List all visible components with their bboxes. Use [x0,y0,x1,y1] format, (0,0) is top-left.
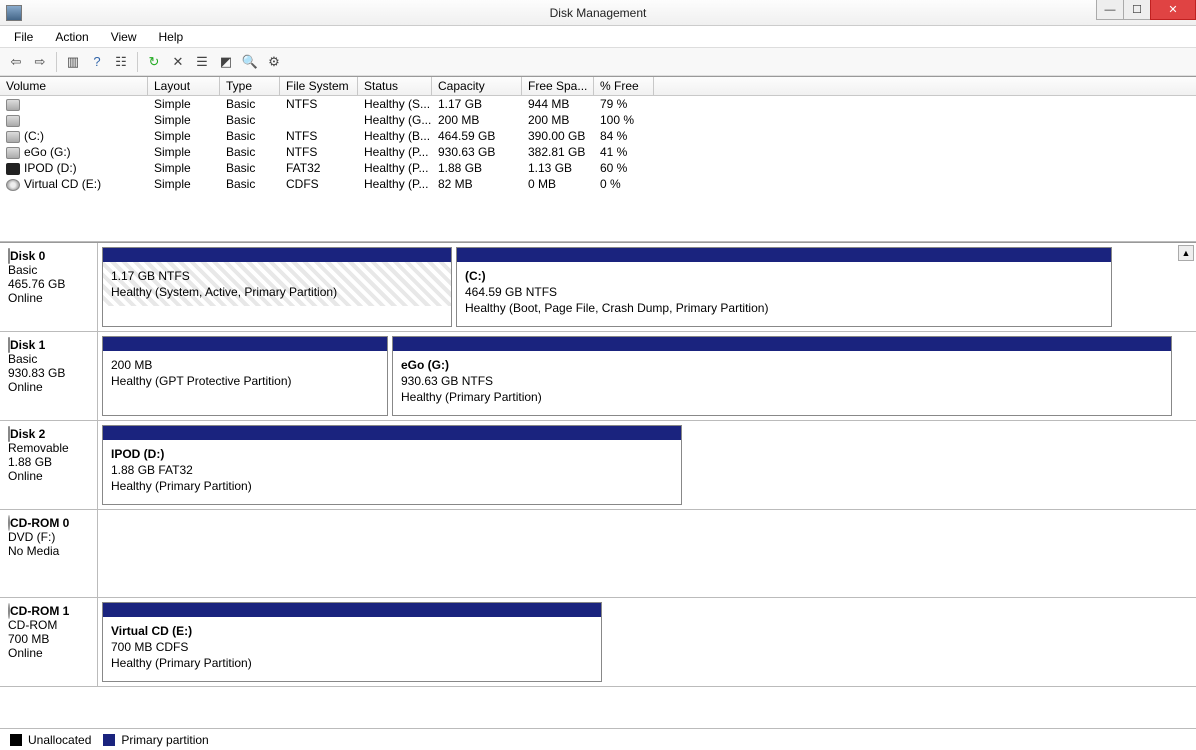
drive-icon [6,131,20,143]
disk-label[interactable]: Disk 2Removable1.88 GBOnline [0,421,98,509]
refresh-icon[interactable]: ↻ [144,52,164,72]
disk-row: Disk 1Basic930.83 GBOnline200 MBHealthy … [0,332,1196,421]
options-icon[interactable]: ⚙ [264,52,284,72]
disk-row: Disk 0Basic465.76 GBOnline1.17 GB NTFSHe… [0,243,1196,332]
col-volume[interactable]: Volume [0,77,148,95]
partition[interactable]: eGo (G:)930.63 GB NTFSHealthy (Primary P… [392,336,1172,416]
back-icon[interactable]: ⇦ [6,52,26,72]
legend: Unallocated Primary partition [0,728,1196,750]
rescan-icon[interactable]: 🔍 [240,52,260,72]
volume-grid-body[interactable]: SimpleBasicNTFSHealthy (S...1.17 GB944 M… [0,96,1196,242]
drive-icon [6,147,20,159]
titlebar: Disk Management — ☐ ✕ [0,0,1196,26]
table-row[interactable]: eGo (G:)SimpleBasicNTFSHealthy (P...930.… [0,144,1196,160]
drive-icon [6,115,20,127]
menu-view[interactable]: View [103,28,145,46]
partition-bar [103,337,387,351]
col-layout[interactable]: Layout [148,77,220,95]
partition-bar [103,426,681,440]
partition[interactable]: 200 MBHealthy (GPT Protective Partition) [102,336,388,416]
disk-label[interactable]: CD-ROM 1CD-ROM700 MBOnline [0,598,98,686]
properties-icon[interactable]: ☰ [192,52,212,72]
table-row[interactable]: (C:)SimpleBasicNTFSHealthy (B...464.59 G… [0,128,1196,144]
partition[interactable]: (C:)464.59 GB NTFSHealthy (Boot, Page Fi… [456,247,1112,327]
menu-help[interactable]: Help [151,28,192,46]
disk-label[interactable]: Disk 1Basic930.83 GBOnline [0,332,98,420]
menu-file[interactable]: File [6,28,41,46]
table-row[interactable]: Virtual CD (E:)SimpleBasicCDFSHealthy (P… [0,176,1196,192]
menu-action[interactable]: Action [47,28,96,46]
cd-icon [6,179,20,191]
scroll-up-icon[interactable]: ▲ [1178,245,1194,261]
forward-icon[interactable]: ⇨ [30,52,50,72]
pane-icon[interactable]: ▥ [63,52,83,72]
partition-bar [393,337,1171,351]
grid-icon[interactable]: ☷ [111,52,131,72]
help-icon[interactable]: ? [87,52,107,72]
window-title: Disk Management [550,6,647,20]
minimize-button[interactable]: — [1096,0,1124,20]
table-row[interactable]: SimpleBasicHealthy (G...200 MB200 MB100 … [0,112,1196,128]
partition[interactable]: IPOD (D:)1.88 GB FAT32Healthy (Primary P… [102,425,682,505]
partition[interactable]: 1.17 GB NTFSHealthy (System, Active, Pri… [102,247,452,327]
partition-bar [103,603,601,617]
legend-unallocated: Unallocated [10,733,91,747]
ipod-icon [6,163,20,175]
toolbar: ⇦ ⇨ ▥ ? ☷ ↻ ✕ ☰ ◩ 🔍 ⚙ [0,48,1196,76]
col-freespace[interactable]: Free Spa... [522,77,594,95]
table-row[interactable]: SimpleBasicNTFSHealthy (S...1.17 GB944 M… [0,96,1196,112]
disk-row: CD-ROM 1CD-ROM700 MBOnlineVirtual CD (E:… [0,598,1196,687]
col-type[interactable]: Type [220,77,280,95]
format-icon[interactable]: ◩ [216,52,236,72]
partition-bar [103,248,451,262]
col-filesystem[interactable]: File System [280,77,358,95]
drive-icon [6,99,20,111]
maximize-button[interactable]: ☐ [1123,0,1151,20]
volume-grid-header: Volume Layout Type File System Status Ca… [0,76,1196,96]
partition-bar [457,248,1111,262]
disk-row: Disk 2Removable1.88 GBOnlineIPOD (D:)1.8… [0,421,1196,510]
partition[interactable]: Virtual CD (E:)700 MB CDFSHealthy (Prima… [102,602,602,682]
legend-primary: Primary partition [103,733,208,747]
delete-icon[interactable]: ✕ [168,52,188,72]
disk-pane[interactable]: ▲ Disk 0Basic465.76 GBOnline1.17 GB NTFS… [0,242,1196,728]
close-button[interactable]: ✕ [1150,0,1196,20]
col-pctfree[interactable]: % Free [594,77,654,95]
app-icon [6,5,22,21]
col-status[interactable]: Status [358,77,432,95]
disk-label[interactable]: Disk 0Basic465.76 GBOnline [0,243,98,331]
disk-label[interactable]: CD-ROM 0DVD (F:)No Media [0,510,98,597]
menubar: File Action View Help [0,26,1196,48]
table-row[interactable]: IPOD (D:)SimpleBasicFAT32Healthy (P...1.… [0,160,1196,176]
col-capacity[interactable]: Capacity [432,77,522,95]
disk-row: CD-ROM 0DVD (F:)No Media [0,510,1196,598]
